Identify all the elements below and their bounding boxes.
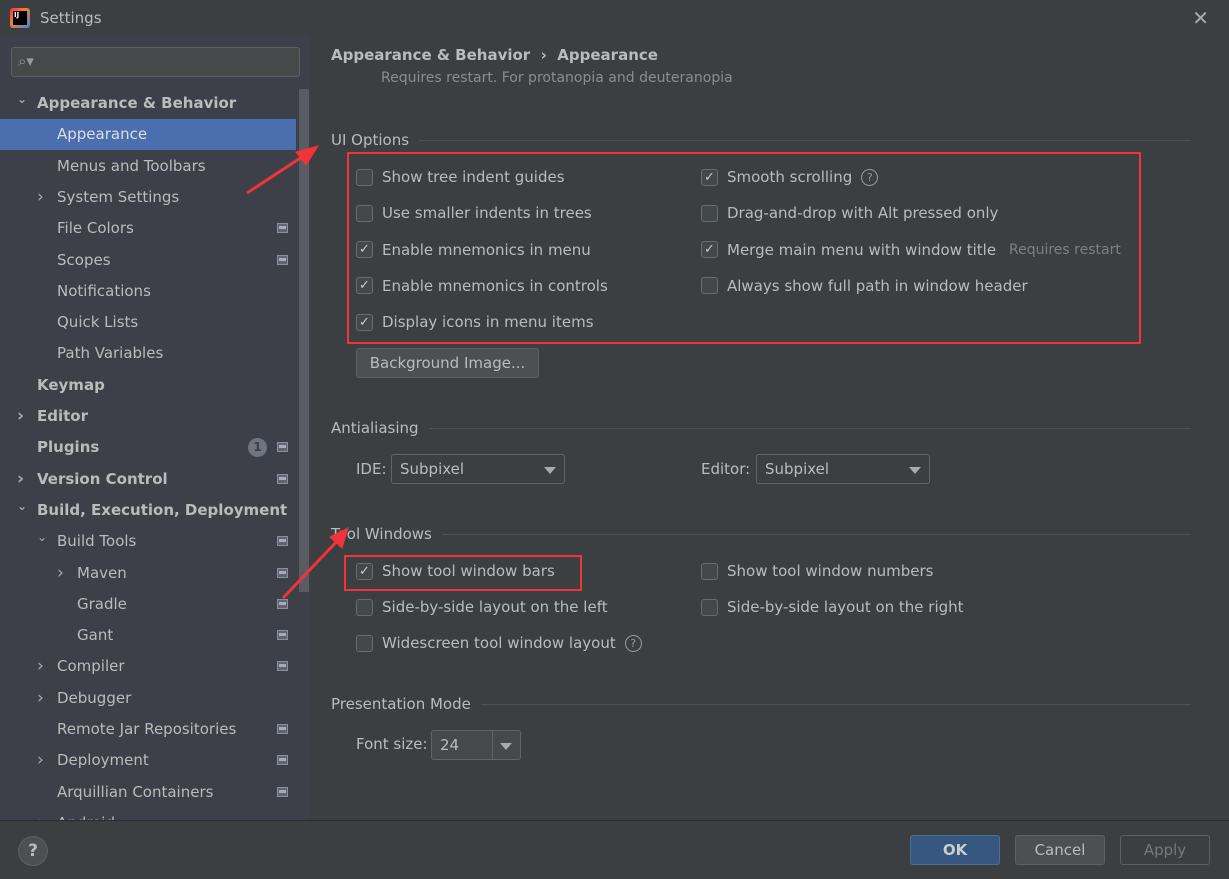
annotation-arrows (246, 145, 349, 600)
help-button[interactable]: ? (18, 836, 48, 866)
annotation-arrow (281, 536, 342, 600)
apply-button[interactable]: Apply (1120, 835, 1210, 865)
ok-button[interactable]: OK (910, 835, 1000, 865)
arrowhead-icon (295, 145, 320, 166)
cancel-button[interactable]: Cancel (1015, 835, 1105, 865)
annotation-arrow (246, 153, 306, 195)
